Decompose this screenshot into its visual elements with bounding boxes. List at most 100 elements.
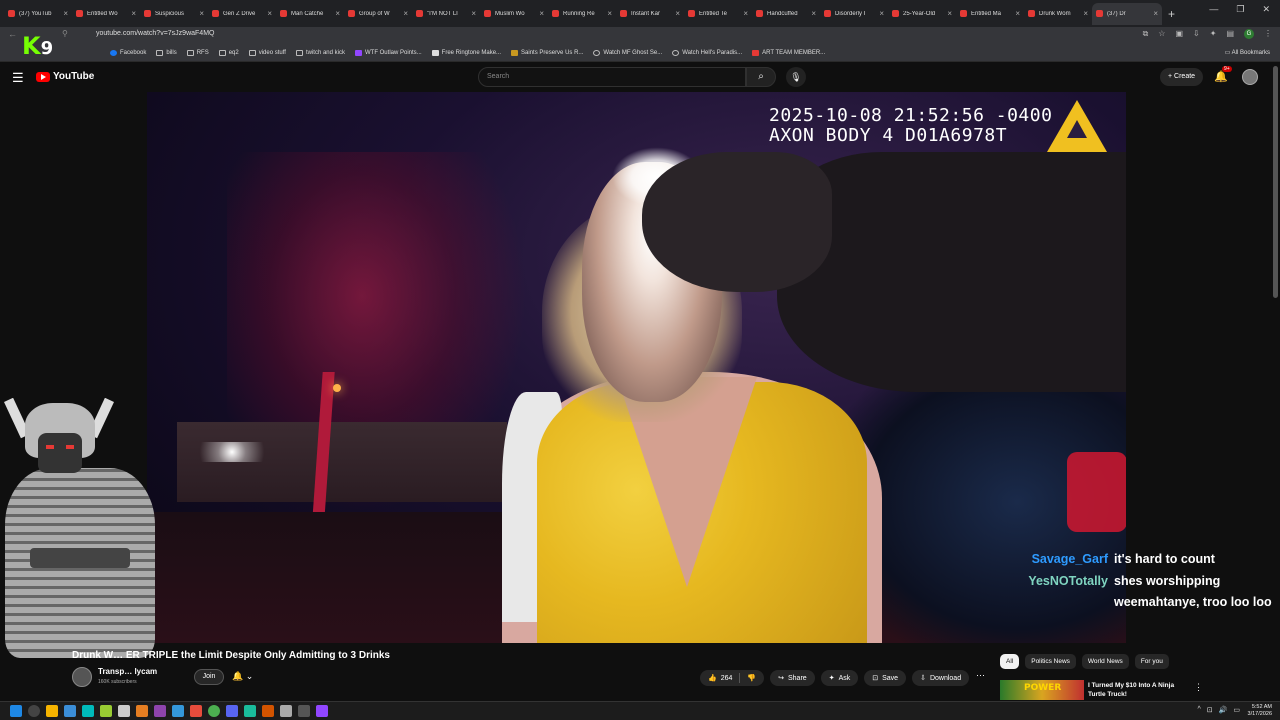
network-icon[interactable]: ⊡ xyxy=(1207,706,1213,714)
browser-tab[interactable]: Running Re × xyxy=(548,3,616,25)
more-actions-icon[interactable]: ⋯ xyxy=(976,670,985,681)
share-button[interactable]: ↪ Share xyxy=(770,670,815,686)
maximize-icon[interactable]: ❐ xyxy=(1236,4,1244,15)
browser-tab[interactable]: Handcuffed × xyxy=(752,3,820,25)
bookmark-item[interactable]: Saints Preserve Us R... xyxy=(511,49,583,56)
site-info-icon[interactable]: ⚲ xyxy=(62,29,68,38)
close-tab-icon[interactable]: × xyxy=(743,9,748,18)
obs-icon[interactable] xyxy=(316,705,328,717)
settings-icon[interactable] xyxy=(280,705,292,717)
close-tab-icon[interactable]: × xyxy=(607,9,612,18)
browser-tab[interactable]: "I'M NOT LI × xyxy=(412,3,480,25)
bookmark-star-icon[interactable]: ☆ xyxy=(1158,29,1165,39)
browser-tab-active[interactable]: (37) Dr × xyxy=(1092,2,1162,25)
browser-tab[interactable]: (37) YouTub × xyxy=(4,3,72,25)
ask-button[interactable]: ✦ Ask xyxy=(820,670,859,686)
close-tab-icon[interactable]: × xyxy=(199,9,204,18)
channel-avatar[interactable] xyxy=(72,667,92,687)
browser-tab[interactable]: Disorderly I × xyxy=(820,3,888,25)
browser-tab[interactable]: Instant Kar × xyxy=(616,3,684,25)
browser-tab[interactable]: 25-Year-Old × xyxy=(888,3,956,25)
mail-icon[interactable] xyxy=(64,705,76,717)
close-window-icon[interactable]: ✕ xyxy=(1262,4,1270,15)
voice-search-button[interactable]: 🎙 xyxy=(786,67,806,87)
channel-name[interactable]: Transp… lycam xyxy=(98,667,157,676)
like-dislike-button[interactable]: 👍 264 👎 xyxy=(700,670,765,686)
sidebar-icon[interactable]: ▤ xyxy=(1226,29,1234,39)
close-tab-icon[interactable]: × xyxy=(63,9,68,18)
close-tab-icon[interactable]: × xyxy=(403,9,408,18)
browser-tab[interactable]: Gen Z Drive × xyxy=(208,3,276,25)
extension-icon[interactable]: ▣ xyxy=(1175,29,1183,39)
close-tab-icon[interactable]: × xyxy=(811,9,816,18)
close-tab-icon[interactable]: × xyxy=(947,9,952,18)
search-input[interactable]: Search xyxy=(478,67,746,87)
thumbs-up-icon[interactable]: 👍 xyxy=(708,674,717,682)
file-explorer-icon[interactable] xyxy=(46,705,58,717)
app-icon[interactable] xyxy=(262,705,274,717)
close-tab-icon[interactable]: × xyxy=(879,9,884,18)
browser-tab[interactable]: Entitled Wo × xyxy=(72,3,140,25)
windows-start-icon[interactable] xyxy=(10,705,22,717)
chip-all[interactable]: All xyxy=(1000,654,1020,669)
bookmark-item[interactable]: WTF Outlaw Points... xyxy=(354,49,422,56)
chip-politics-news[interactable]: Politics News xyxy=(1025,654,1076,669)
browser-tab[interactable]: Entitled Te × xyxy=(684,3,752,25)
close-tab-icon[interactable]: × xyxy=(335,9,340,18)
browser-tab[interactable]: Man Catche × xyxy=(276,3,344,25)
app-icon[interactable] xyxy=(136,705,148,717)
discord-icon[interactable] xyxy=(226,705,238,717)
chrome-icon[interactable] xyxy=(208,705,220,717)
hamburger-menu-icon[interactable]: ☰ xyxy=(12,70,24,86)
bookmark-folder[interactable]: bills xyxy=(156,49,177,56)
account-avatar[interactable] xyxy=(1242,69,1258,85)
close-tab-icon[interactable]: × xyxy=(267,9,272,18)
chip-world-news[interactable]: World News xyxy=(1081,654,1129,669)
notifications-button[interactable]: 🔔 9+ xyxy=(1214,66,1232,83)
app-icon[interactable] xyxy=(154,705,166,717)
back-icon[interactable]: ← xyxy=(8,29,17,39)
browser-tab[interactable]: Group of W × xyxy=(344,3,412,25)
close-tab-icon[interactable]: × xyxy=(1015,9,1020,18)
chip-for-you[interactable]: For you xyxy=(1134,654,1169,669)
close-tab-icon[interactable]: × xyxy=(131,9,136,18)
app-icon[interactable] xyxy=(190,705,202,717)
bookmark-folder[interactable]: video stuff xyxy=(248,49,286,56)
join-button[interactable]: Join xyxy=(194,669,224,685)
new-tab-icon[interactable]: + xyxy=(1168,7,1175,21)
save-button[interactable]: ⊡ Save xyxy=(864,670,907,686)
all-bookmarks-button[interactable]: ▭ All Bookmarks xyxy=(1225,49,1270,56)
browser-tab[interactable]: Suspicious × xyxy=(140,3,208,25)
app-icon[interactable] xyxy=(172,705,184,717)
bookmark-folder[interactable]: RFS xyxy=(186,49,209,56)
recommended-thumbnail[interactable]: POWER xyxy=(1000,680,1084,700)
close-tab-icon[interactable]: × xyxy=(1083,9,1088,18)
bookmark-folder[interactable]: twitch and kick xyxy=(295,49,345,56)
browser-tab[interactable]: Muslim Wo × xyxy=(480,3,548,25)
download-button[interactable]: ⇩ Download xyxy=(912,670,970,686)
bookmark-item[interactable]: Watch MF Ghost Se... xyxy=(593,49,662,56)
close-tab-icon[interactable]: × xyxy=(471,9,476,18)
bookmark-item[interactable]: Facebook xyxy=(110,49,146,56)
close-tab-icon[interactable]: × xyxy=(675,9,680,18)
subscribe-bell-button[interactable]: 🔔 ⌄ xyxy=(232,671,253,682)
browser-tab[interactable]: Drunk Wom × xyxy=(1024,3,1092,25)
close-tab-icon[interactable]: × xyxy=(1153,9,1158,18)
thumbs-down-icon[interactable]: 👎 xyxy=(747,674,756,682)
bookmark-item[interactable]: Free Ringtone Make... xyxy=(431,49,501,56)
url-field[interactable]: youtube.com/watch?v=7sJz9waF4MQ xyxy=(96,30,214,37)
bookmark-item[interactable]: Watch Hell's Paradis... xyxy=(672,49,742,56)
battery-icon[interactable]: ▭ xyxy=(1233,706,1240,714)
close-tab-icon[interactable]: × xyxy=(539,9,544,18)
video-player[interactable]: 2025-10-08 21:52:56 -0400 AXON BODY 4 D0… xyxy=(147,92,1126,643)
recommended-video[interactable]: POWER I Turned My $10 Into A Ninja Turtl… xyxy=(1000,680,1280,700)
app-icon[interactable] xyxy=(298,705,310,717)
minimize-icon[interactable]: — xyxy=(1209,4,1218,15)
profile-avatar[interactable]: G xyxy=(1244,29,1254,39)
puzzle-icon[interactable]: ✦ xyxy=(1210,29,1217,39)
search-button[interactable]: ⌕ xyxy=(746,67,776,87)
recommended-title[interactable]: I Turned My $10 Into A Ninja Turtle Truc… xyxy=(1088,681,1188,699)
browser-tab[interactable]: Entitled Ma × xyxy=(956,3,1024,25)
create-button[interactable]: + Create xyxy=(1160,68,1204,86)
bookmark-folder[interactable]: eq2 xyxy=(218,49,239,56)
